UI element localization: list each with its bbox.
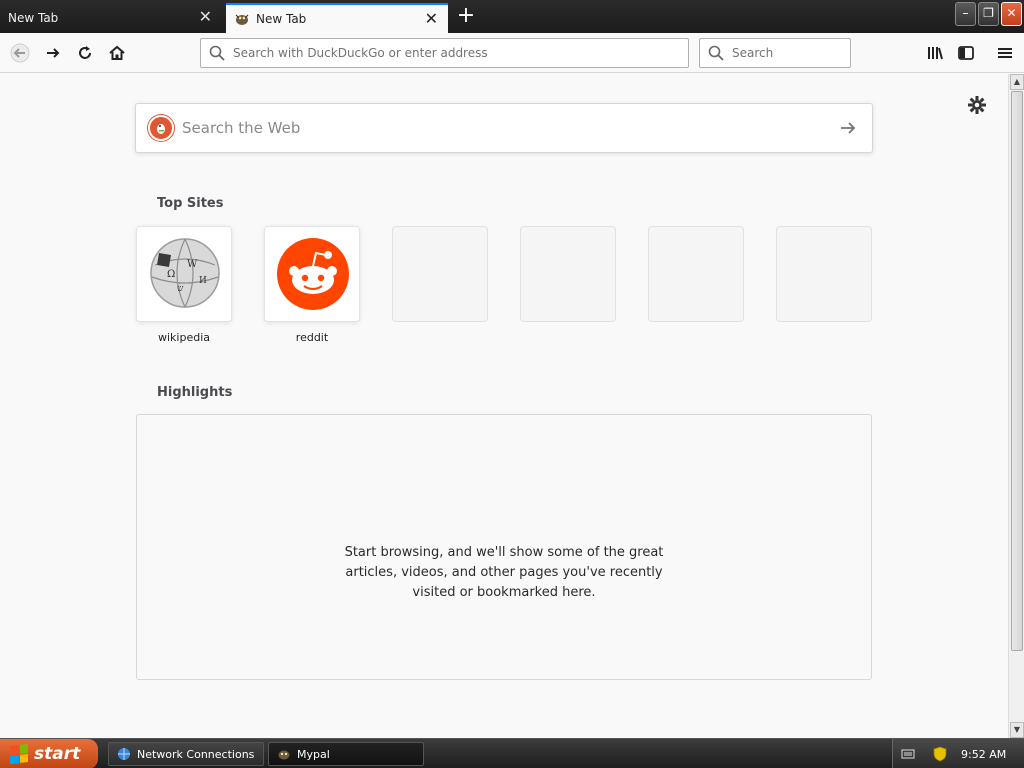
- clock: 9:52 AM: [961, 747, 1007, 761]
- new-tab-page: Search the Web Top Sites Ω W И ש wikiped…: [0, 74, 1008, 738]
- top-site-tile-empty[interactable]: [648, 226, 744, 322]
- svg-text:Ω: Ω: [167, 269, 175, 280]
- library-button[interactable]: [921, 39, 949, 67]
- svg-text:W: W: [187, 259, 198, 270]
- top-site-label: wikipedia: [157, 331, 210, 344]
- tab-title: New Tab: [256, 12, 307, 26]
- tab-new-tab-2[interactable]: New Tab ✕: [226, 3, 448, 33]
- taskbar: start Network Connections Mypal 9:52 AM: [0, 738, 1024, 768]
- sidebar-icon: [958, 46, 974, 60]
- taskbar-item-label: Network Connections: [137, 747, 255, 761]
- close-window-button[interactable]: ✕: [1001, 2, 1022, 26]
- address-bar[interactable]: Search with DuckDuckGo or enter address: [200, 38, 689, 68]
- new-tab-button[interactable]: +: [455, 4, 477, 28]
- top-site-tile-reddit[interactable]: [264, 226, 360, 322]
- scrollbar-thumb[interactable]: [1011, 91, 1023, 651]
- restore-button[interactable]: ❐: [978, 2, 999, 26]
- windows-flag-icon: [10, 744, 28, 764]
- minimize-button[interactable]: –: [955, 2, 976, 26]
- hamburger-menu-icon: [998, 48, 1012, 58]
- back-arrow-icon: [10, 43, 30, 63]
- home-button[interactable]: [103, 39, 131, 67]
- mypal-favicon-icon: [235, 14, 249, 25]
- forward-arrow-icon: [47, 48, 60, 58]
- tab-close-icon[interactable]: ✕: [425, 10, 438, 28]
- menu-button[interactable]: [991, 39, 1019, 67]
- search-bar[interactable]: Search: [699, 38, 851, 68]
- library-icon: [928, 47, 943, 60]
- reload-button[interactable]: [71, 39, 99, 67]
- svg-text:ש: ש: [177, 284, 184, 294]
- gear-icon[interactable]: [966, 94, 988, 116]
- screen: New Tab ✕ New Tab ✕ + – ❐ ✕ Search with …: [0, 0, 1024, 768]
- sidebar-button[interactable]: [952, 39, 980, 67]
- scroll-down-button[interactable]: ▼: [1010, 722, 1024, 738]
- mypal-icon: [278, 750, 290, 760]
- tab-close-icon[interactable]: ✕: [199, 8, 212, 26]
- taskbar-item-label: Mypal: [297, 747, 330, 761]
- keyboard-icon[interactable]: [901, 748, 915, 760]
- top-site-tile-empty[interactable]: [520, 226, 616, 322]
- duckduckgo-logo-icon: [148, 115, 174, 141]
- wikipedia-globe-icon: Ω W И ש: [150, 238, 220, 308]
- taskbar-item-network-connections[interactable]: Network Connections: [108, 742, 264, 766]
- web-search-placeholder: Search the Web: [182, 119, 301, 137]
- highlights-empty-state: Start browsing, and we'll show some of t…: [136, 414, 872, 680]
- address-bar-placeholder: Search with DuckDuckGo or enter address: [233, 46, 488, 60]
- highlights-heading: Highlights: [157, 385, 233, 400]
- start-button[interactable]: start: [0, 739, 98, 768]
- back-button[interactable]: [6, 39, 34, 67]
- top-site-tile-wikipedia[interactable]: Ω W И ש: [136, 226, 232, 322]
- network-connections-icon: [118, 748, 130, 760]
- arrow-right-icon[interactable]: [838, 118, 858, 138]
- start-label: start: [34, 744, 81, 764]
- top-site-tile-empty[interactable]: [392, 226, 488, 322]
- scroll-up-button[interactable]: ▲: [1010, 74, 1024, 90]
- reload-icon: [79, 46, 91, 59]
- search-icon: [209, 45, 225, 61]
- search-bar-placeholder: Search: [732, 46, 774, 60]
- window-controls: – ❐ ✕: [955, 2, 1022, 26]
- search-icon: [708, 45, 724, 61]
- security-shield-icon[interactable]: [933, 746, 947, 762]
- top-site-tile-empty[interactable]: [776, 226, 872, 322]
- tab-new-tab-1[interactable]: New Tab ✕: [0, 3, 222, 33]
- svg-text:И: И: [199, 276, 207, 286]
- top-site-label: reddit: [295, 331, 329, 344]
- highlights-message: Start browsing, and we'll show some of t…: [344, 545, 664, 600]
- forward-button[interactable]: [39, 39, 67, 67]
- taskbar-item-mypal[interactable]: Mypal: [268, 742, 424, 766]
- tab-title: New Tab: [8, 11, 59, 25]
- home-icon: [109, 45, 125, 60]
- nav-bar: Search with DuckDuckGo or enter address …: [0, 33, 1024, 73]
- reddit-logo-icon: [277, 238, 349, 310]
- tab-strip: New Tab ✕ New Tab ✕ + – ❐ ✕: [0, 0, 1024, 33]
- vertical-scrollbar[interactable]: ▲ ▼: [1008, 74, 1024, 738]
- system-tray: 9:52 AM: [892, 739, 1024, 768]
- web-search-input[interactable]: Search the Web: [135, 103, 873, 153]
- top-sites-heading: Top Sites: [157, 196, 224, 211]
